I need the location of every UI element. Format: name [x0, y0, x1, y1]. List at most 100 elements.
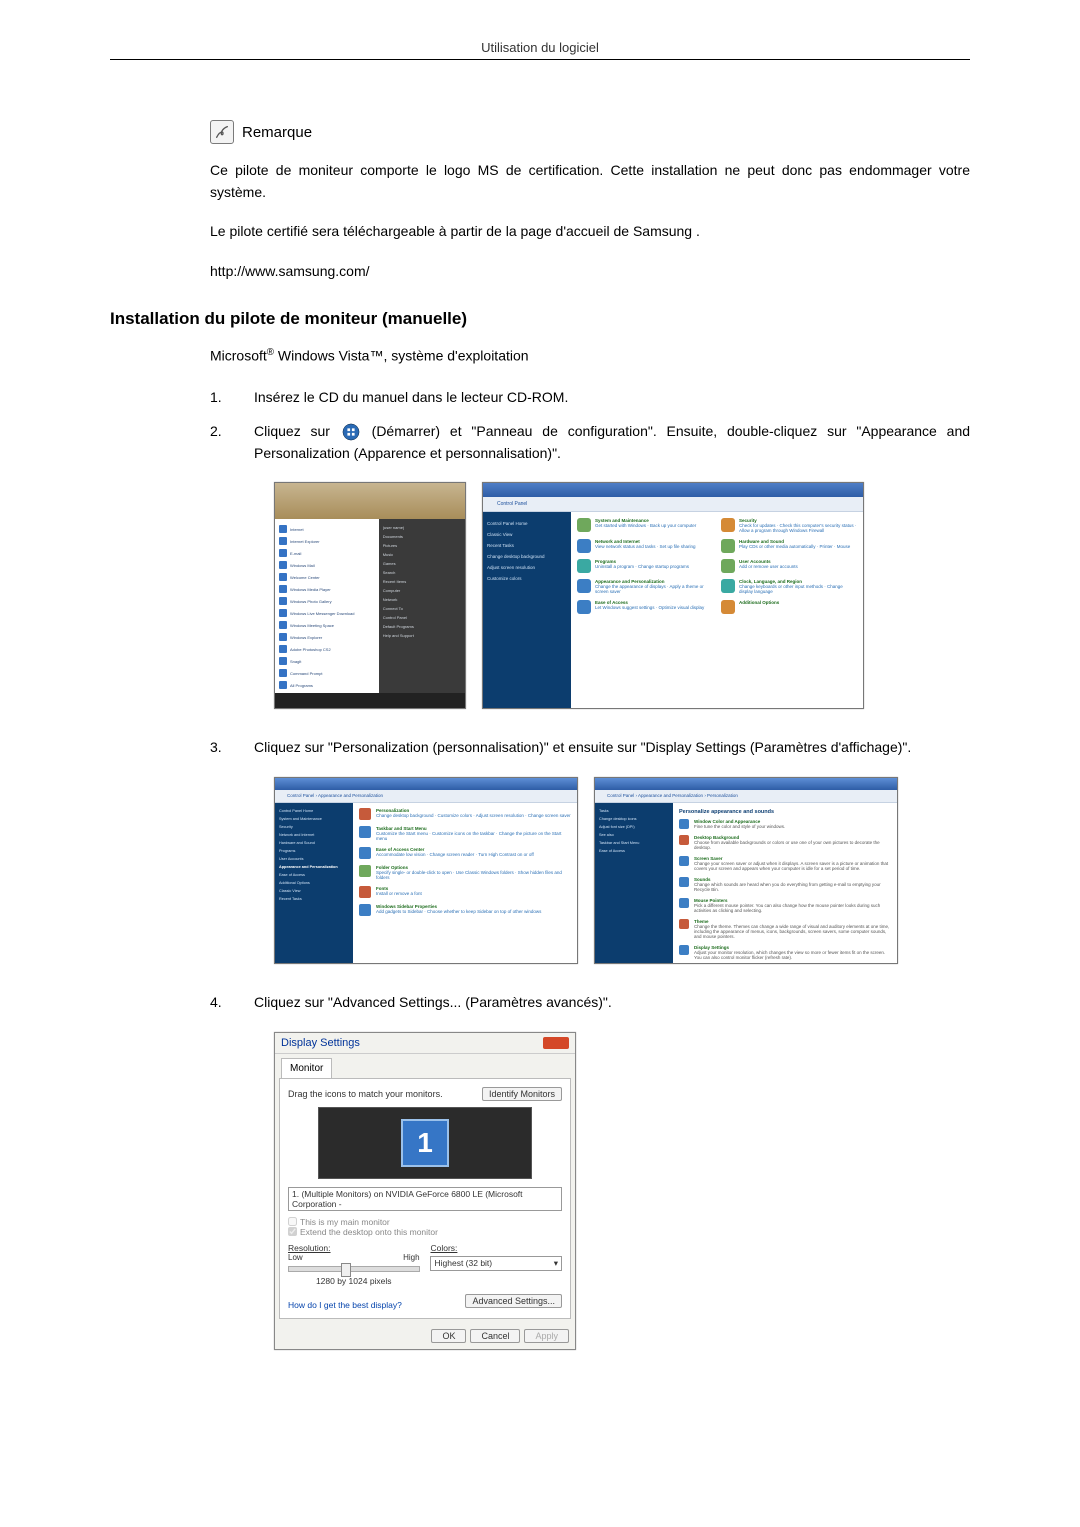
os-prefix: Microsoft: [210, 347, 267, 363]
pers-item-icon: [679, 877, 689, 887]
cp-category[interactable]: Appearance and PersonalizationChange the…: [577, 579, 713, 594]
start-menu-item[interactable]: E-mail: [279, 547, 375, 559]
cp-category[interactable]: System and MaintenanceGet started with W…: [577, 518, 713, 533]
cp-category[interactable]: Network and InternetView network status …: [577, 539, 713, 553]
start-menu-link[interactable]: Music: [383, 550, 461, 559]
pers-item[interactable]: Screen SaverChange your screen saver or …: [679, 856, 891, 871]
resolution-slider[interactable]: [288, 1266, 420, 1272]
ap-side-link[interactable]: Appearance and Personalization: [279, 863, 349, 871]
pers-item[interactable]: SoundsChange which sounds are heard when…: [679, 877, 891, 892]
cp-side-link[interactable]: Classic View: [487, 529, 567, 540]
pers-item[interactable]: Window Color and AppearanceFine tune the…: [679, 819, 891, 829]
ap-side-link[interactable]: Network and Internet: [279, 831, 349, 839]
ap-side-link[interactable]: Classic View: [279, 887, 349, 895]
start-menu-item[interactable]: Windows Mail: [279, 559, 375, 571]
category-icon: [577, 539, 591, 553]
screenshot-appearance-panel: Control Panel › Appearance and Personali…: [274, 777, 578, 964]
category-icon: [577, 559, 591, 573]
pers-item[interactable]: Display SettingsAdjust your monitor reso…: [679, 945, 891, 960]
start-menu-item[interactable]: Internet: [279, 523, 375, 535]
ap-side-link[interactable]: Security: [279, 823, 349, 831]
pers-side-link[interactable]: Adjust font size (DPI): [599, 823, 669, 831]
monitor-preview[interactable]: 1: [318, 1107, 532, 1179]
ap-side-link[interactable]: System and Maintenance: [279, 815, 349, 823]
start-menu-link[interactable]: Search: [383, 568, 461, 577]
pers-side-link[interactable]: Change desktop icons: [599, 815, 669, 823]
ap-group[interactable]: Taskbar and Start MenuCustomize the Star…: [359, 826, 571, 841]
start-menu-item[interactable]: Welcome Center: [279, 571, 375, 583]
start-menu-item[interactable]: Command Prompt: [279, 667, 375, 679]
group-icon: [359, 904, 371, 916]
pers-side-link[interactable]: Tasks: [599, 807, 669, 815]
start-menu-link[interactable]: Recent Items: [383, 577, 461, 586]
start-menu-item[interactable]: Adobe Photoshop CS2: [279, 643, 375, 655]
ok-button[interactable]: OK: [431, 1329, 466, 1343]
app-icon: [279, 669, 287, 677]
ap-side-link[interactable]: User Accounts: [279, 855, 349, 863]
ap-side-link[interactable]: Additional Options: [279, 879, 349, 887]
pers-side-link[interactable]: Ease of Access: [599, 847, 669, 855]
start-menu-link[interactable]: Connect To: [383, 604, 461, 613]
ap-side-link[interactable]: Control Panel Home: [279, 807, 349, 815]
cp-side-link[interactable]: Recent Tasks: [487, 540, 567, 551]
monitor-1[interactable]: 1: [401, 1119, 449, 1167]
step-num: 1.: [210, 387, 230, 409]
start-menu-item[interactable]: Windows Explorer: [279, 631, 375, 643]
start-menu-link[interactable]: Games: [383, 559, 461, 568]
ap-group[interactable]: PersonalizationChange desktop background…: [359, 808, 571, 820]
cancel-button[interactable]: Cancel: [470, 1329, 520, 1343]
start-menu-item[interactable]: Windows Live Messenger Download: [279, 607, 375, 619]
cp-category[interactable]: Hardware and SoundPlay CDs or other medi…: [721, 539, 857, 553]
cp-category[interactable]: SecurityCheck for updates · Check this c…: [721, 518, 857, 533]
start-menu-link[interactable]: Network: [383, 595, 461, 604]
start-menu-link[interactable]: Pictures: [383, 541, 461, 550]
ap-group[interactable]: Ease of Access CenterAccommodate low vis…: [359, 847, 571, 859]
advanced-settings-button[interactable]: Advanced Settings...: [465, 1294, 562, 1308]
group-icon: [359, 808, 371, 820]
cp-side-link[interactable]: Customize colors: [487, 573, 567, 584]
cp-side-link[interactable]: Adjust screen resolution: [487, 562, 567, 573]
pers-item[interactable]: Desktop BackgroundChoose from available …: [679, 835, 891, 850]
best-display-link[interactable]: How do I get the best display?: [288, 1300, 402, 1310]
cp-category[interactable]: ProgramsUninstall a program · Change sta…: [577, 559, 713, 573]
pers-item[interactable]: ThemeChange the theme. Themes can change…: [679, 919, 891, 939]
start-menu-link[interactable]: Help and Support: [383, 631, 461, 640]
cp-side-link[interactable]: Control Panel Home: [487, 518, 567, 529]
pers-side-link[interactable]: See also: [599, 831, 669, 839]
identify-monitors-button[interactable]: Identify Monitors: [482, 1087, 562, 1101]
ap-group[interactable]: Windows Sidebar PropertiesAdd gadgets to…: [359, 904, 571, 916]
cp-category[interactable]: Additional Options: [721, 600, 857, 614]
ap-side-link[interactable]: Recent Tasks: [279, 895, 349, 903]
pers-item[interactable]: Mouse PointersPick a different mouse poi…: [679, 898, 891, 913]
ap-side-link[interactable]: Ease of Access: [279, 871, 349, 879]
monitor-selector[interactable]: 1. (Multiple Monitors) on NVIDIA GeForce…: [288, 1187, 562, 1211]
pers-side-link[interactable]: Taskbar and Start Menu: [599, 839, 669, 847]
resolution-label: Resolution:: [288, 1243, 331, 1253]
start-menu-item[interactable]: Internet Explorer: [279, 535, 375, 547]
step-2: 2. Cliquez sur (Démarrer) et "Panneau de…: [210, 421, 970, 464]
screenshot-start-menu: InternetInternet ExplorerE-mailWindows M…: [274, 482, 466, 709]
start-menu-item[interactable]: Windows Photo Gallery: [279, 595, 375, 607]
start-menu-item[interactable]: Windows Media Player: [279, 583, 375, 595]
cp-category[interactable]: User AccountsAdd or remove user accounts: [721, 559, 857, 573]
ap-side-link[interactable]: Hardware and Sound: [279, 839, 349, 847]
start-menu-link[interactable]: Default Programs: [383, 622, 461, 631]
cp-category[interactable]: Ease of AccessLet Windows suggest settin…: [577, 600, 713, 614]
ap-group[interactable]: Folder OptionsSpecify single- or double-…: [359, 865, 571, 880]
start-menu-link[interactable]: (user name): [383, 523, 461, 532]
close-icon[interactable]: [543, 1037, 569, 1049]
start-menu-link[interactable]: Control Panel: [383, 613, 461, 622]
cp-category[interactable]: Clock, Language, and RegionChange keyboa…: [721, 579, 857, 594]
cp-side-link[interactable]: Change desktop background: [487, 551, 567, 562]
colors-select[interactable]: Highest (32 bit)▾: [430, 1256, 562, 1271]
start-menu-item[interactable]: Windows Meeting Space: [279, 619, 375, 631]
start-menu-link[interactable]: Computer: [383, 586, 461, 595]
ap-group[interactable]: FontsInstall or remove a font: [359, 886, 571, 898]
category-icon: [577, 518, 591, 532]
ap-side-link[interactable]: Programs: [279, 847, 349, 855]
start-menu-link[interactable]: Documents: [383, 532, 461, 541]
start-menu-item[interactable]: Snaglt: [279, 655, 375, 667]
monitor-tab[interactable]: Monitor: [281, 1058, 332, 1078]
start-menu-item[interactable]: All Programs: [279, 679, 375, 691]
category-icon: [721, 539, 735, 553]
